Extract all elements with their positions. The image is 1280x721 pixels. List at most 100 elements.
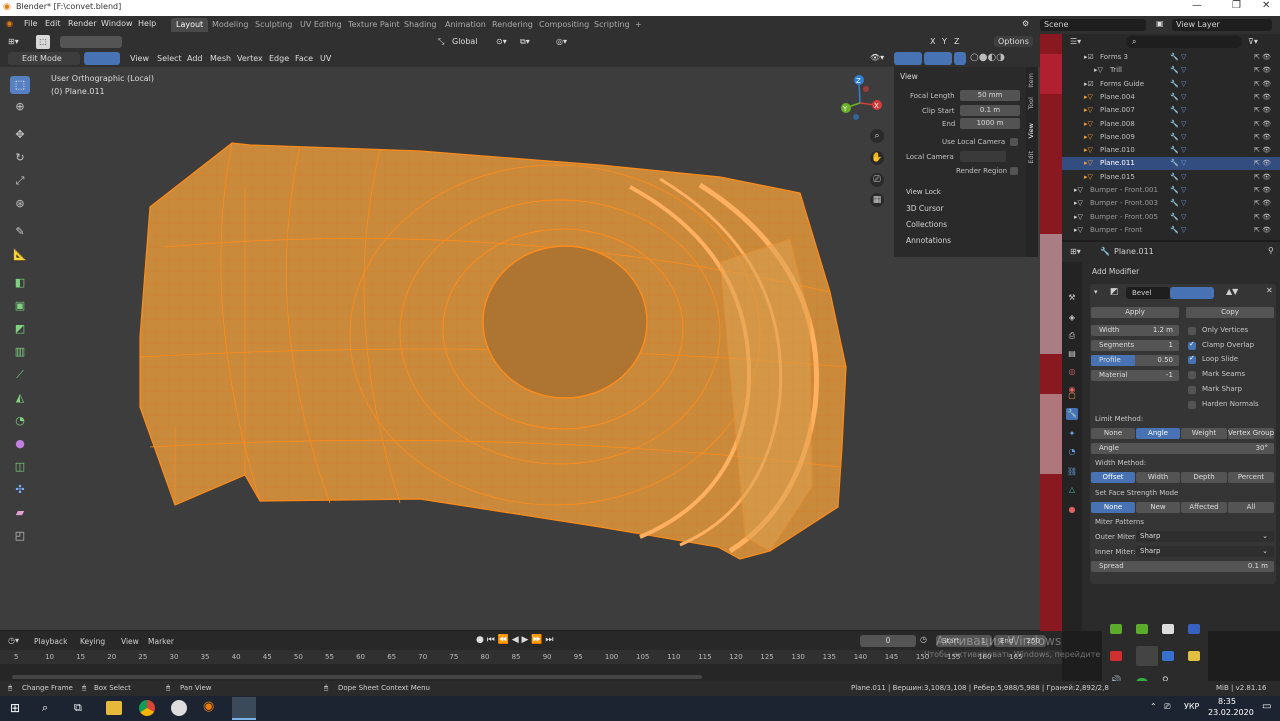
menu-view[interactable]: View — [130, 54, 149, 63]
active-app-taskbar-icon[interactable] — [232, 697, 256, 720]
data-tab-icon[interactable]: △ — [1066, 484, 1078, 496]
bevel-tool-icon[interactable]: ◩ — [10, 320, 30, 338]
bevel-option-checkbox[interactable] — [1188, 327, 1196, 335]
outliner-item[interactable]: ▸☑ Forms Guide 🔧 ▽ ⇱ 👁 — [1062, 78, 1280, 91]
proportional-edit-icon[interactable]: ◎▾ — [556, 37, 567, 46]
face-strength-affected-button[interactable]: Affected — [1181, 502, 1227, 513]
file-explorer-icon[interactable] — [106, 701, 122, 715]
sidebar-tab-edit[interactable]: Edit — [1027, 151, 1037, 164]
menu-window[interactable]: Window — [101, 19, 133, 28]
visibility-icon[interactable]: ⇱ 👁 — [1254, 186, 1271, 194]
geforce-tray-icon[interactable] — [1136, 624, 1148, 634]
pin-icon[interactable]: ⚲ — [1268, 246, 1274, 255]
bevel-option-checkbox[interactable] — [1188, 354, 1196, 365]
material-tab-icon[interactable]: ● — [1066, 504, 1078, 516]
modifier-name-field[interactable]: Bevel — [1126, 287, 1170, 299]
visibility-icon[interactable]: ⇱ 👁 — [1254, 173, 1271, 181]
modifier-data-icon[interactable]: 🔧 ▽ — [1170, 80, 1186, 88]
sidebar-tab-view[interactable]: View — [1027, 123, 1037, 138]
output-tab-icon[interactable]: ⎙ — [1066, 330, 1078, 342]
particles-tab-icon[interactable]: ✦ — [1066, 428, 1078, 440]
width-method-width-button[interactable]: Width — [1136, 472, 1180, 483]
outliner-item[interactable]: ▸▽ Trill 🔧 ▽ ⇱ 👁 — [1062, 64, 1280, 77]
view-lock-subpanel[interactable]: View Lock — [906, 188, 941, 196]
options-dropdown[interactable]: Options — [994, 36, 1033, 47]
recorder-tray-icon[interactable] — [1110, 651, 1122, 661]
menu-add[interactable]: Add — [187, 54, 203, 63]
camera-view-icon[interactable]: ⎚ — [870, 173, 884, 187]
shading-mode-buttons[interactable]: ○●◐◑ — [970, 52, 1005, 63]
outliner-item[interactable]: ▸▽ Plane.015 🔧 ▽ ⇱ 👁 — [1062, 171, 1280, 184]
remove-modifier-icon[interactable]: ✕ — [1266, 286, 1273, 295]
tool-tab-icon[interactable]: ⚒ — [1066, 292, 1078, 304]
profile-slider[interactable]: Profile 0.50 — [1091, 355, 1179, 366]
render-region-checkbox[interactable] — [1010, 167, 1018, 175]
outliner-search-input[interactable]: ⌕ — [1126, 36, 1242, 48]
modifier-data-icon[interactable]: 🔧 ▽ — [1170, 120, 1186, 128]
keyframe-area[interactable] — [0, 664, 1062, 681]
limit-angle-button[interactable]: Angle — [1136, 428, 1180, 439]
scene-tab-icon[interactable]: ◎ — [1066, 366, 1078, 378]
knife-tool-icon[interactable]: ⟋ — [10, 366, 30, 384]
angle-field[interactable]: Angle 30° — [1091, 443, 1274, 454]
outliner-item[interactable]: ▸▽ Bumper - Front 🔧 ▽ ⇱ 👁 — [1062, 224, 1280, 237]
menu-render[interactable]: Render — [68, 19, 96, 28]
object-tab-icon[interactable]: ▢ — [1066, 390, 1078, 402]
modifier-data-icon[interactable]: 🔧 ▽ — [1170, 173, 1186, 181]
editor-type-icon[interactable]: ⊞▾ — [8, 37, 19, 46]
scale-tool-icon[interactable]: ⤢ — [10, 172, 30, 190]
properties-editor-icon[interactable]: ⊞▾ — [1070, 247, 1081, 256]
pivot-point-icon[interactable]: ⊙▾ — [496, 37, 507, 46]
task-view-icon[interactable]: ⧉ — [74, 701, 82, 715]
timeline-scrollbar[interactable] — [12, 675, 702, 679]
segments-field[interactable]: Segments 1 — [1091, 340, 1179, 351]
local-camera-field[interactable] — [960, 151, 1006, 162]
transform-tool-icon[interactable]: ⊛ — [10, 195, 30, 213]
collections-panel[interactable]: Collections — [906, 220, 947, 229]
menu-select[interactable]: Select — [157, 54, 182, 63]
outliner-item[interactable]: ▸▽ Bumper - Front.003 🔧 ▽ ⇱ 👁 — [1062, 197, 1280, 210]
sidebar-tab-tool[interactable]: Tool — [1027, 97, 1037, 110]
limit-none-button[interactable]: None — [1091, 428, 1135, 439]
outliner-item[interactable]: ▸▽ Plane.008 🔧 ▽ ⇱ 👁 — [1062, 118, 1280, 131]
visibility-icon[interactable]: ⇱ 👁 — [1254, 66, 1271, 74]
mode-dropdown[interactable]: Edit Mode — [8, 52, 80, 65]
inset-tool-icon[interactable]: ▣ — [10, 297, 30, 315]
workspace-tab-shading[interactable]: Shading — [399, 18, 442, 32]
app-tray-icon[interactable] — [1162, 624, 1174, 634]
outliner-item[interactable]: ▸▽ Bumper - Front.005 🔧 ▽ ⇱ 👁 — [1062, 211, 1280, 224]
edge-slide-tool-icon[interactable]: ◫ — [10, 458, 30, 476]
restore-button[interactable]: ❐ — [1232, 0, 1241, 11]
add-workspace-button[interactable]: + — [630, 18, 647, 32]
face-strength-new-button[interactable]: New — [1136, 502, 1180, 513]
visibility-icon[interactable]: ⇱ 👁 — [1254, 199, 1271, 207]
close-button[interactable]: ✕ — [1262, 0, 1270, 11]
collapse-arrow-icon[interactable]: ▾ — [1094, 288, 1098, 296]
bevel-option-checkbox[interactable] — [1188, 340, 1196, 350]
outliner-item[interactable]: ▸▽ Bumper - Front.001 🔧 ▽ ⇱ 👁 — [1062, 184, 1280, 197]
visibility-icon[interactable]: ⇱ 👁 — [1254, 53, 1271, 61]
visibility-icon[interactable]: ⇱ 👁 — [1254, 146, 1271, 154]
outliner-item[interactable]: ▸▽ Plane.011 🔧 ▽ ⇱ 👁 — [1062, 157, 1280, 171]
modifier-tab-icon[interactable]: 🔧 — [1066, 408, 1078, 420]
clip-start-field[interactable]: 0.1 m — [960, 105, 1020, 116]
workspace-tab-modeling[interactable]: Modeling — [207, 18, 253, 32]
workspace-tab-sculpting[interactable]: Sculpting — [250, 18, 297, 32]
clip-end-field[interactable]: 1000 m — [960, 118, 1020, 129]
visibility-icon[interactable]: ⇱ 👁 — [1254, 226, 1271, 234]
move-up-down-icon[interactable]: ▲▼ — [1226, 287, 1238, 296]
windows-start-icon[interactable]: ⊞ — [10, 701, 20, 715]
workspace-tab-scripting[interactable]: Scripting — [589, 18, 635, 32]
visibility-icon[interactable]: ⇱ 👁 — [1254, 106, 1271, 114]
minimize-button[interactable]: — — [1192, 0, 1202, 11]
mesh-object[interactable] — [139, 142, 847, 560]
spin-tool-icon[interactable]: ◔ — [10, 412, 30, 430]
modifier-data-icon[interactable]: 🔧 ▽ — [1170, 146, 1186, 154]
sidebar-tab-item[interactable]: Item — [1027, 73, 1037, 88]
axis-x-toggle[interactable]: X — [930, 37, 935, 46]
language-indicator[interactable]: УКР — [1184, 702, 1199, 711]
modifier-data-icon[interactable]: 🔧 ▽ — [1170, 199, 1186, 207]
3d-viewport[interactable]: User Orthographic (Local) (0) Plane.011 — [0, 67, 1040, 630]
constraints-tab-icon[interactable]: ⛓ — [1066, 466, 1078, 478]
transform-orientation-dropdown[interactable]: Global — [452, 37, 478, 46]
